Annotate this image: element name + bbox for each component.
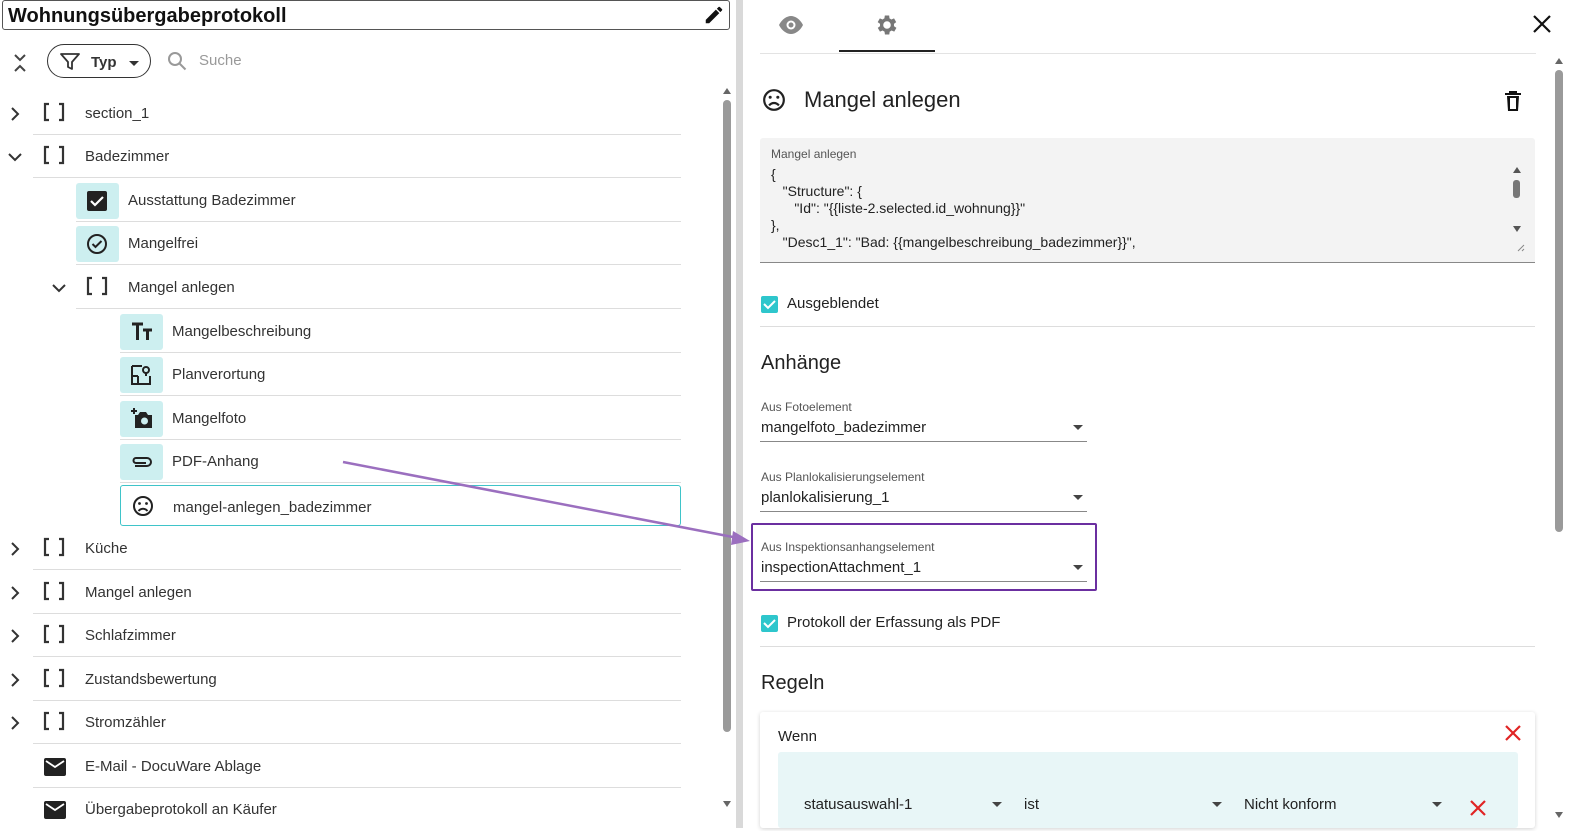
annotation-arrow [342, 460, 750, 545]
